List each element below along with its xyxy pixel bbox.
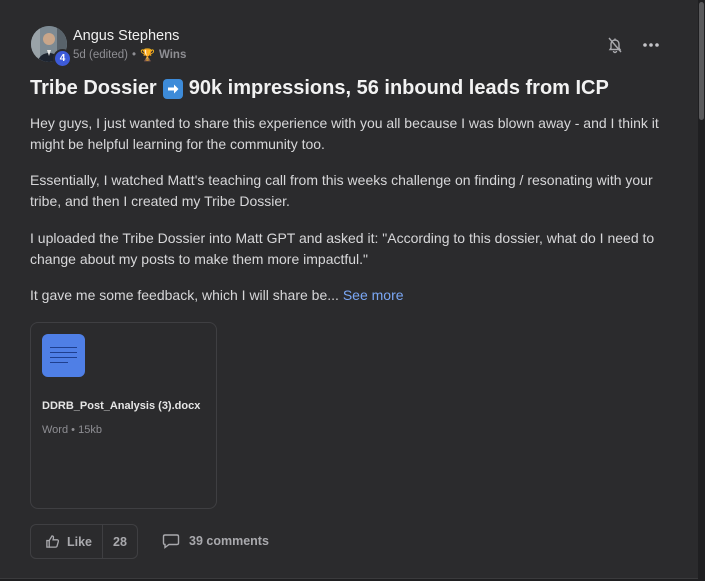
like-group: Like 28 (30, 524, 138, 559)
see-more-link[interactable]: See more (343, 287, 404, 303)
post-time: 5d (edited) (73, 49, 128, 61)
comments-label: 39 comments (189, 534, 269, 548)
like-button[interactable]: Like (31, 525, 103, 558)
attachment-file-name: DDRB_Post_Analysis (3).docx (42, 400, 201, 412)
post-paragraph: I uploaded the Tribe Dossier into Matt G… (30, 230, 655, 267)
file-size: 15kb (78, 424, 102, 436)
category-link[interactable]: Wins (159, 49, 186, 61)
author-name[interactable]: Angus Stephens (73, 28, 179, 44)
notification-bell-icon[interactable] (606, 36, 624, 54)
trophy-icon: 🏆 (140, 48, 155, 62)
document-icon (42, 334, 85, 377)
like-count[interactable]: 28 (103, 535, 137, 549)
comment-icon (162, 534, 180, 549)
post-title[interactable]: Tribe Dossier 90k impressions, 56 inboun… (30, 77, 609, 100)
file-meta-separator: • (71, 424, 76, 436)
right-arrow-emoji-icon (162, 78, 183, 99)
post-paragraph: Essentially, I watched Matt's teaching c… (30, 172, 653, 209)
thumbs-up-icon (46, 535, 60, 548)
scrollbar[interactable] (698, 0, 705, 581)
truncated-text: It gave me some feedback, which I will s… (30, 287, 339, 303)
post-paragraph: Hey guys, I just wanted to share this ex… (30, 115, 659, 152)
file-type: Word (42, 424, 69, 436)
comments-button[interactable]: 39 comments (162, 533, 269, 549)
like-label: Like (67, 534, 93, 549)
title-part-1: Tribe Dossier (30, 77, 157, 99)
scrollbar-thumb[interactable] (699, 2, 704, 120)
post-meta: 5d (edited) • 🏆 Wins (73, 48, 186, 62)
meta-separator: • (131, 49, 137, 61)
attachment-card[interactable]: DDRB_Post_Analysis (3).docx Word • 15kb (30, 322, 217, 509)
more-options-icon[interactable] (641, 36, 661, 54)
level-badge: 4 (53, 49, 72, 68)
title-part-2: 90k impressions, 56 inbound leads from I… (188, 77, 609, 99)
post-card: 4 Angus Stephens 5d (edited) • 🏆 Wins Tr… (0, 0, 699, 579)
attachment-file-meta: Word • 15kb (42, 424, 102, 436)
post-paragraph-truncated: It gave me some feedback, which I will s… (30, 285, 672, 306)
